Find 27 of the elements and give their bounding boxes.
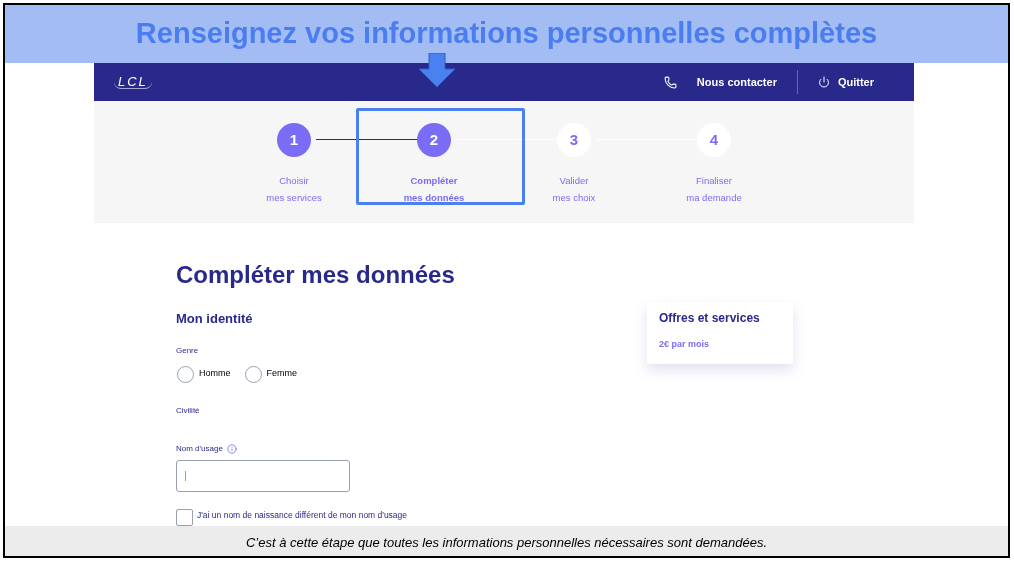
checkbox[interactable] [176, 508, 193, 526]
caption-text: C’est à cette étape que toutes les informations personnelles nécessaires sont demandées. [246, 533, 767, 552]
radio-button[interactable] [177, 365, 194, 383]
step-label[interactable]: Choisir mes services [266, 172, 322, 206]
phone-icon [663, 75, 677, 89]
page-title: Compléter mes données [176, 260, 456, 290]
offer-price: 2€ par mois [659, 338, 711, 351]
nom-label: Nom d'usage [176, 442, 223, 455]
quit-link[interactable]: Quitter [837, 73, 874, 91]
civilite-label: Civilité [176, 404, 201, 417]
power-icon [817, 76, 830, 88]
step-label[interactable]: Finaliser ma demande [686, 172, 742, 206]
contact-link[interactable]: Nous contacter [696, 73, 777, 91]
name-input-field[interactable] [176, 459, 350, 492]
info-icon[interactable] [226, 443, 237, 454]
step-label[interactable]: Valider mes choix [552, 172, 596, 206]
logo[interactable]: LCL [114, 75, 152, 89]
radio-label: Homme [199, 367, 231, 381]
genre-label: Genre [176, 344, 200, 357]
arrow-icon [417, 53, 457, 89]
radio-label: Femme [266, 367, 298, 381]
radio-button[interactable] [244, 365, 262, 383]
banner-title: Renseignez vos informations personnelles complètes [135, 16, 878, 52]
offer-title: Offres et services [659, 310, 761, 327]
section-title: Mon identité [176, 310, 254, 328]
step-label[interactable]: Compléter mes données [403, 172, 465, 206]
checkbox-label: J'ai un nom de naissance différent de mon nom d'usage [197, 508, 408, 522]
